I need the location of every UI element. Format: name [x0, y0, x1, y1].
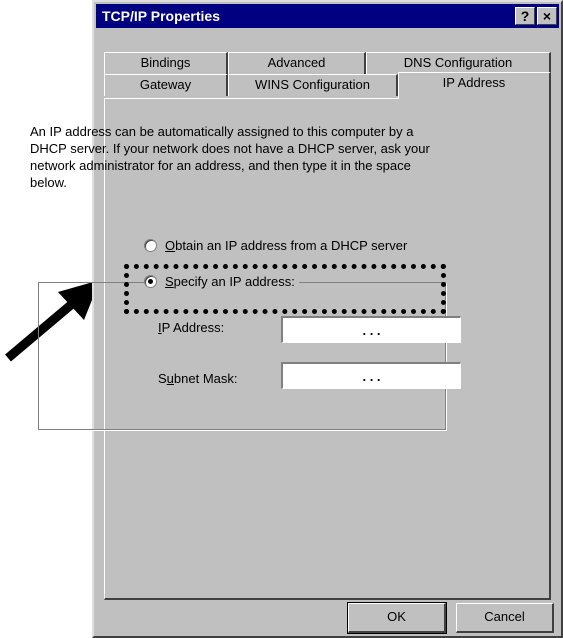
description-text: An IP address can be automatically assig…	[30, 124, 430, 190]
close-button[interactable]: ×	[537, 7, 557, 25]
obtain-radio[interactable]	[144, 239, 157, 252]
ok-button[interactable]: OK	[347, 602, 447, 634]
tab-advanced[interactable]: Advanced	[228, 52, 366, 74]
obtain-label: Obtain an IP address from a DHCP server	[165, 238, 408, 253]
cancel-button[interactable]: Cancel	[456, 603, 554, 633]
title-bar: TCP/IP Properties ? ×	[96, 4, 559, 28]
help-button[interactable]: ?	[515, 7, 535, 25]
obtain-ip-option[interactable]: Obtain an IP address from a DHCP server	[144, 238, 407, 253]
ip-address-input[interactable]: . . .	[281, 316, 461, 343]
window-title: TCP/IP Properties	[102, 8, 221, 24]
tab-wins-configuration[interactable]: WINS Configuration	[228, 74, 398, 96]
tab-dns-configuration[interactable]: DNS Configuration	[366, 52, 551, 74]
subnet-mask-input[interactable]: . . .	[281, 362, 461, 389]
tab-ip-address[interactable]: IP Address	[398, 72, 551, 99]
subnet-mask-label: Subnet Mask:	[158, 371, 238, 386]
tab-bindings[interactable]: Bindings	[104, 52, 228, 74]
dotted-highlight	[124, 264, 446, 314]
ip-address-label: IP Address:	[158, 320, 225, 335]
tab-gateway[interactable]: Gateway	[104, 74, 228, 96]
